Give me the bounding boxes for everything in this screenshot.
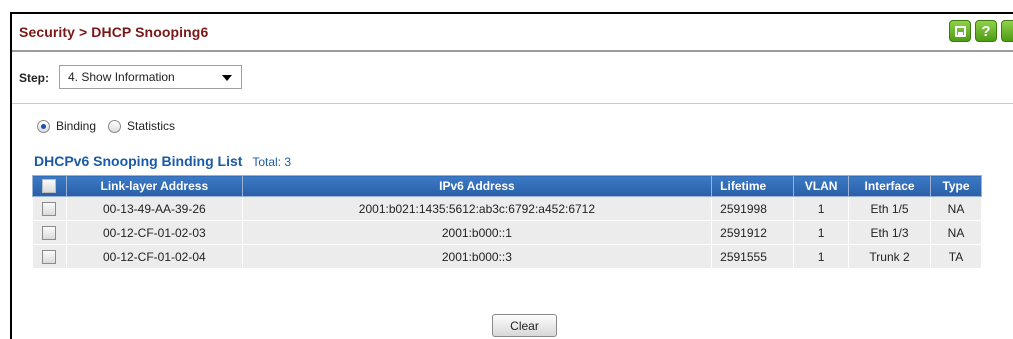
- col-vlan: VLAN: [793, 175, 850, 197]
- row-checkbox[interactable]: [42, 201, 57, 216]
- list-title: DHCPv6 Snooping Binding List Total: 3: [34, 153, 291, 169]
- interface-cell: Eth 1/3: [848, 220, 931, 245]
- table-row: 00-12-CF-01-02-03 2001:b000::1 2591912 1…: [32, 220, 982, 245]
- lifetime-cell: 2591912: [711, 220, 795, 245]
- title-bar: Security > DHCP Snooping6 ?: [12, 14, 1013, 52]
- col-link-layer-address: Link-layer Address: [65, 175, 243, 197]
- ipv6-cell: 2001:b021:1435:5612:ab3c:6792:a452:6712: [241, 196, 713, 221]
- lifetime-cell: 2591555: [711, 244, 795, 269]
- row-select-cell: [32, 244, 67, 269]
- step-label: Step:: [19, 71, 49, 85]
- save-icon[interactable]: [949, 20, 971, 42]
- list-title-text: DHCPv6 Snooping Binding List: [34, 153, 243, 169]
- row-select-cell: [32, 220, 67, 245]
- type-cell: TA: [930, 244, 982, 269]
- table-header-row: Link-layer Address IPv6 Address Lifetime…: [32, 175, 982, 197]
- vlan-cell: 1: [793, 196, 850, 221]
- chevron-down-icon: [222, 75, 232, 81]
- interface-cell: Trunk 2: [848, 244, 931, 269]
- select-all-cell: [32, 175, 67, 197]
- ipv6-cell: 2001:b000::3: [241, 244, 713, 269]
- statistics-radio-label: Statistics: [127, 119, 176, 133]
- step-dropdown[interactable]: 4. Show Information: [59, 65, 242, 89]
- lifetime-cell: 2591998: [711, 196, 795, 221]
- col-lifetime: Lifetime: [711, 175, 795, 197]
- binding-radio[interactable]: [37, 119, 50, 133]
- row-select-cell: [32, 196, 67, 221]
- row-checkbox[interactable]: [42, 225, 57, 240]
- list-total: Total: 3: [252, 155, 292, 169]
- row-checkbox[interactable]: [42, 249, 57, 264]
- col-ipv6-address: IPv6 Address: [241, 175, 713, 197]
- view-radio-group: Binding Statistics: [37, 119, 187, 133]
- clear-button[interactable]: Clear: [492, 314, 557, 337]
- page-frame: Security > DHCP Snooping6 ? Step: 4. Sho…: [10, 12, 1013, 339]
- mac-cell: 00-12-CF-01-02-03: [65, 220, 243, 245]
- mac-cell: 00-13-49-AA-39-26: [65, 196, 243, 221]
- ipv6-cell: 2001:b000::1: [241, 220, 713, 245]
- interface-cell: Eth 1/5: [848, 196, 931, 221]
- statistics-radio[interactable]: [108, 119, 122, 133]
- col-type: Type: [930, 175, 982, 197]
- binding-radio-label: Binding: [56, 119, 97, 133]
- extra-icon[interactable]: [1001, 20, 1013, 42]
- col-interface: Interface: [848, 175, 931, 197]
- type-cell: NA: [930, 196, 982, 221]
- binding-table: Link-layer Address IPv6 Address Lifetime…: [32, 175, 982, 269]
- select-all-checkbox[interactable]: [42, 179, 57, 194]
- vlan-cell: 1: [793, 244, 850, 269]
- mac-cell: 00-12-CF-01-02-04: [65, 244, 243, 269]
- page-title: Security > DHCP Snooping6: [19, 24, 209, 40]
- table-row: 00-13-49-AA-39-26 2001:b021:1435:5612:ab…: [32, 196, 982, 221]
- step-bar: Step: 4. Show Information: [12, 54, 1013, 104]
- table-row: 00-12-CF-01-02-04 2001:b000::3 2591555 1…: [32, 244, 982, 269]
- type-cell: NA: [930, 220, 982, 245]
- vlan-cell: 1: [793, 220, 850, 245]
- help-icon[interactable]: ?: [975, 20, 997, 42]
- toolbar-icons: ?: [949, 20, 1013, 42]
- step-selected-value: 4. Show Information: [68, 70, 175, 84]
